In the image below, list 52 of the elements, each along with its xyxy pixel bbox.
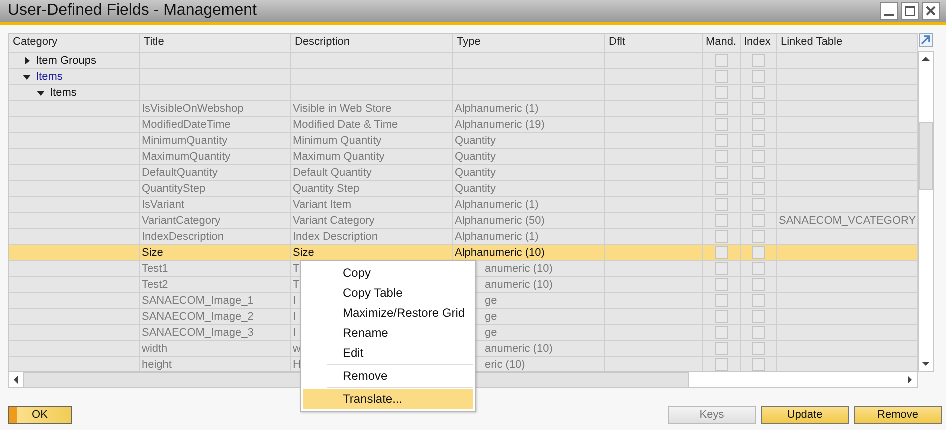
table-cell: H: [293, 358, 301, 370]
table-cell: I: [293, 326, 296, 338]
table-cell: Variant Category: [293, 214, 375, 226]
table-cell: height: [142, 358, 172, 370]
table-cell: ge: [485, 326, 498, 338]
table-cell: anumeric (10): [485, 262, 553, 274]
table-cell: QuantityStep: [142, 182, 206, 194]
table-cell: SANAECOM_Image_3: [142, 326, 254, 338]
table-cell: Minimum Quantity: [293, 134, 382, 146]
table-cell: Variant Item: [293, 198, 352, 210]
table-cell: eric (10): [485, 358, 526, 370]
table-cell: ModifiedDateTime: [142, 118, 231, 130]
table-cell: Alphanumeric (1): [455, 230, 539, 242]
window-title: User-Defined Fields - Management: [8, 2, 257, 20]
table-cell: Test1: [142, 262, 168, 274]
table-cell: Size: [293, 246, 314, 258]
table-cell: DefaultQuantity: [142, 166, 218, 178]
table-cell: Quantity: [455, 134, 496, 146]
table-cell: anumeric (10): [485, 342, 553, 354]
table-cell: Size: [142, 246, 164, 258]
table-cell: VariantCategory: [142, 214, 221, 226]
table-cell: Alphanumeric (19): [455, 118, 545, 130]
table-cell: ge: [485, 310, 498, 322]
table-cell: Test2: [142, 278, 168, 290]
table-cell: Quantity: [455, 182, 496, 194]
table-cell: Modified Date & Time: [293, 118, 398, 130]
table-cell: IsVisibleOnWebshop: [142, 102, 244, 114]
table-cell: T: [293, 278, 300, 290]
table-cell: Alphanumeric (50): [455, 214, 545, 226]
table-cell: MinimumQuantity: [142, 134, 228, 146]
table-cell: ge: [485, 294, 498, 306]
table-cell: Alphanumeric (1): [455, 198, 539, 210]
table-cell: I: [293, 310, 296, 322]
table-cell: Quantity: [455, 166, 496, 178]
table-cell: Alphanumeric (10): [455, 246, 545, 258]
table-cell: SANAECOM_Image_2: [142, 310, 254, 322]
table-cell: T: [293, 262, 300, 274]
table-cell: MaximumQuantity: [142, 150, 231, 162]
table-cell: width: [142, 342, 168, 354]
table-cell: I: [293, 294, 296, 306]
table-cell: Quantity Step: [293, 182, 360, 194]
table-cell: Visible in Web Store: [293, 102, 392, 114]
table-cell: SANAECOM_VCATEGORY: [779, 214, 916, 226]
table-cell: Quantity: [455, 150, 496, 162]
table-cell: IsVariant: [142, 198, 185, 210]
table-cell: Default Quantity: [293, 166, 372, 178]
table-cell: IndexDescription: [142, 230, 224, 242]
table-cell: Maximum Quantity: [293, 150, 385, 162]
table-cell: Alphanumeric (1): [455, 102, 539, 114]
table-cell: anumeric (10): [485, 278, 553, 290]
table-cell: SANAECOM_Image_1: [142, 294, 254, 306]
table-cell: Index Description: [293, 230, 378, 242]
